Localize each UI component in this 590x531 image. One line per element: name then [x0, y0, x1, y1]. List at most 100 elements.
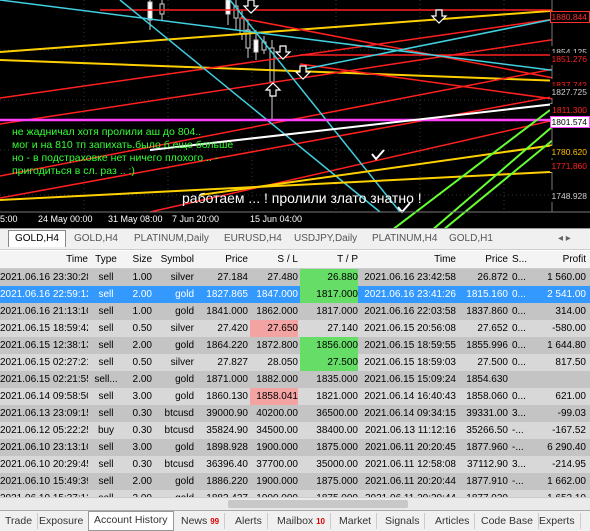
- table-cell-sym: silver: [170, 272, 194, 283]
- table-cell-size: 1.00: [132, 306, 152, 317]
- table-cell-t2: 2021.06.15 15:09:24: [364, 374, 456, 385]
- table-cell-size: 2.00: [132, 374, 152, 385]
- table-cell-s: 0...: [512, 357, 526, 368]
- column-header[interactable]: Symbol: [156, 251, 194, 268]
- table-cell-tp: 1875.000: [316, 442, 358, 453]
- table-cell-sym: gold: [175, 476, 194, 487]
- column-header[interactable]: Profit: [534, 251, 586, 268]
- table-row[interactable]: 2021.06.10 15:49:39 sell 2.00 gold 1886.220 1…: [0, 473, 590, 490]
- column-header[interactable]: Price: [458, 251, 508, 268]
- tab-usdjpy-daily[interactable]: USDJPY,Daily: [288, 231, 363, 247]
- bottom-tab-trade[interactable]: Trade: [0, 513, 39, 529]
- table-cell-profit: 817.50: [555, 357, 586, 368]
- table-cell-price: 27.420: [217, 323, 248, 334]
- bottom-tab-news[interactable]: News 99: [176, 513, 226, 529]
- table-cell-s: 0...: [512, 340, 526, 351]
- table-cell-price2: 27.652: [477, 323, 508, 334]
- bottom-tab-exposure[interactable]: Exposure: [34, 513, 90, 529]
- table-row[interactable]: 2021.06.10 20:29:45 sell 0.30 btcusd 36396.4…: [0, 456, 590, 473]
- horizontal-scrollbar[interactable]: [0, 497, 590, 510]
- table-cell-size: 2.00: [132, 476, 152, 487]
- tab-platinum-daily[interactable]: PLATINUM,Daily: [128, 231, 215, 247]
- column-header[interactable]: Size: [124, 251, 152, 268]
- table-cell-size: 0.30: [132, 408, 152, 419]
- table-cell-type: sell: [98, 272, 114, 283]
- table-cell-size: 2.00: [132, 289, 152, 300]
- table-cell-price: 36396.40: [206, 459, 248, 470]
- bottom-tab-label: Market: [339, 515, 372, 527]
- table-row[interactable]: 2021.06.10 23:13:10 sell 3.00 gold 1898.928 1…: [0, 439, 590, 456]
- bottom-tab-articles[interactable]: Articles: [430, 513, 476, 529]
- table-cell-type: sell: [98, 306, 114, 317]
- table-cell-tp: 35000.00: [316, 459, 358, 470]
- table-cell-size: 0.50: [132, 357, 152, 368]
- table-cell-size: 0.30: [132, 425, 152, 436]
- tab-platinum-h4[interactable]: PLATINUM,H4: [366, 231, 443, 247]
- tab-eurusd-h4[interactable]: EURUSD,H4: [218, 231, 288, 247]
- table-cell-price2: 1815.160: [466, 289, 508, 300]
- table-row[interactable]: 2021.06.16 22:59:12 sell 2.00 gold 1827.865 1…: [0, 286, 590, 303]
- price-label: 1880.844: [550, 11, 590, 23]
- tab-gold-h4-2[interactable]: GOLD,H4: [68, 231, 124, 247]
- table-cell-price2: 35266.50: [466, 425, 508, 436]
- tab-gold-h1[interactable]: GOLD,H1: [443, 231, 499, 247]
- price-label: 1748.928: [550, 190, 590, 202]
- column-header[interactable]: S...: [512, 251, 534, 268]
- table-row[interactable]: 2021.06.15 12:38:13 sell 2.00 gold 1864.220 1…: [0, 337, 590, 354]
- time-label: 31 May 08:00: [108, 214, 163, 224]
- tabs-scroll-arrows[interactable]: ◂ ▸: [552, 231, 577, 247]
- scrollbar-thumb[interactable]: [228, 500, 408, 508]
- table-row[interactable]: 2021.06.15 18:59:42 sell 0.50 silver 27.420 2…: [0, 320, 590, 337]
- table-row[interactable]: 2021.06.16 21:13:10 sell 1.00 gold 1841.000 1…: [0, 303, 590, 320]
- column-header[interactable]: S / L: [250, 251, 298, 268]
- table-cell-profit: -214.95: [552, 459, 586, 470]
- column-header[interactable]: T / P: [300, 251, 358, 268]
- bottom-tab-code-base[interactable]: Code Base: [476, 513, 539, 529]
- table-cell-t1: 2021.06.16 23:30:28: [0, 272, 88, 283]
- tab-gold-h4[interactable]: GOLD,H4: [8, 230, 66, 247]
- table-cell-size: 3.00: [132, 442, 152, 453]
- table-cell-price: 35824.90: [206, 425, 248, 436]
- bottom-tab-experts[interactable]: Experts: [534, 513, 581, 529]
- table-cell-sym: gold: [175, 289, 194, 300]
- table-row[interactable]: 2021.06.16 23:30:28 sell 1.00 silver 27.184 2…: [0, 269, 590, 286]
- table-cell-profit: 1 644.80: [547, 340, 586, 351]
- table-row[interactable]: 2021.06.15 02:27:21 sell 0.50 silver 27.827 2…: [0, 354, 590, 371]
- column-header[interactable]: Type: [90, 251, 122, 268]
- table-cell-sl: 1858.041: [250, 388, 298, 405]
- table-cell-price2: 26.872: [477, 272, 508, 283]
- price-label: 1811.300: [550, 104, 590, 116]
- table-row[interactable]: 2021.06.14 09:58:50 sell 3.00 gold 1860.130 1…: [0, 388, 590, 405]
- column-header[interactable]: Price: [196, 251, 248, 268]
- history-table: Time Type Size Symbol Price S / LT / P Time Pri…: [0, 251, 590, 509]
- bottom-tab-label: Alerts: [235, 515, 262, 527]
- table-cell-s: 3...: [512, 408, 526, 419]
- table-cell-profit: -580.00: [552, 323, 586, 334]
- table-cell-t1: 2021.06.10 15:49:39: [0, 476, 88, 487]
- table-cell-price: 1864.220: [206, 340, 248, 351]
- bottom-tab-label: News: [181, 515, 208, 527]
- price-label: 1780.620: [550, 146, 590, 158]
- price-chart[interactable]: 1880.844 1854.125 1851.276 1837.742 1827…: [0, 0, 590, 228]
- table-row[interactable]: 2021.06.12 05:22:25 buy 0.30 btcusd 35824.90…: [0, 422, 590, 439]
- table-row[interactable]: 2021.06.13 23:09:15 sell 0.30 btcusd 39000.9…: [0, 405, 590, 422]
- table-cell-s: -...: [512, 425, 524, 436]
- bottom-tab-alerts[interactable]: Alerts: [230, 513, 268, 529]
- table-cell-type: buy: [97, 425, 115, 436]
- bottom-tab-mailbox[interactable]: Mailbox 10: [272, 513, 332, 529]
- price-label: 1771.860: [550, 160, 590, 172]
- table-cell-price2: 27.500: [477, 357, 508, 368]
- table-cell-price2: 1855.996: [466, 340, 508, 351]
- table-cell-type: sell: [98, 323, 114, 334]
- column-header[interactable]: Time: [362, 251, 456, 268]
- bottom-tab-market[interactable]: Market: [334, 513, 378, 529]
- table-cell-price: 39000.90: [206, 408, 248, 419]
- table-cell-price2: 39331.00: [466, 408, 508, 419]
- table-row[interactable]: 2021.06.15 02:21:55 sell... 2.00 gold 1871.0…: [0, 371, 590, 388]
- bottom-tab-label: Trade: [5, 515, 33, 527]
- table-cell-t1: 2021.06.15 12:38:13: [0, 340, 88, 351]
- bottom-tab-account-history[interactable]: Account History: [88, 511, 174, 531]
- bottom-tab-signals[interactable]: Signals: [380, 513, 426, 529]
- column-header[interactable]: Time: [0, 251, 88, 268]
- table-cell-price: 1898.928: [206, 442, 248, 453]
